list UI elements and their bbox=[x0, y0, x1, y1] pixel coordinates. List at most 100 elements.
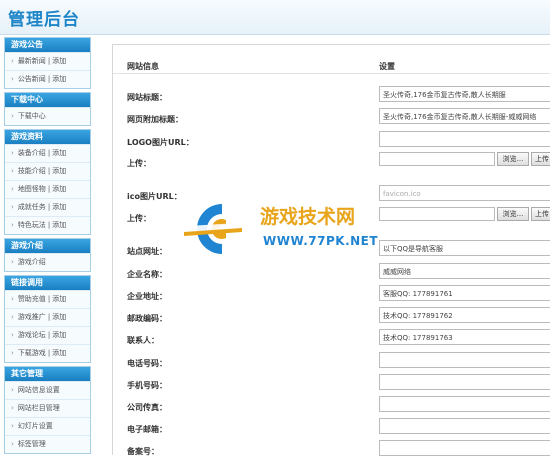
ico-url-label: ico图片URL： bbox=[127, 192, 182, 201]
sidebar-item-add-link[interactable]: 添加 bbox=[52, 203, 66, 211]
watermark-url: WWW.77PK.NET bbox=[263, 234, 379, 248]
chevron-right-icon: › bbox=[11, 295, 14, 303]
upload-logo-label: 上传： bbox=[127, 159, 151, 168]
sidebar-item-separator: | bbox=[47, 149, 51, 157]
sidebar-item-link[interactable]: 游戏介绍 bbox=[18, 258, 46, 266]
sidebar-group: 游戏介绍 › 游戏介绍 bbox=[4, 238, 91, 272]
icp-label: 备案号： bbox=[127, 447, 159, 456]
sidebar-item-link[interactable]: 游戏推广 bbox=[18, 313, 46, 321]
phone-label: 电话号码： bbox=[127, 359, 167, 368]
sidebar-item: › 地图怪物 | 添加 bbox=[5, 180, 90, 198]
logo-url-input[interactable] bbox=[379, 131, 550, 147]
sidebar-item: › 游戏介绍 bbox=[5, 253, 90, 271]
company-input[interactable]: 威威网络 bbox=[379, 263, 550, 279]
sidebar-item-add-link[interactable]: 添加 bbox=[52, 185, 66, 193]
chevron-right-icon: › bbox=[11, 167, 14, 175]
sidebar-item-link[interactable]: 特色玩法 bbox=[18, 221, 46, 229]
chevron-right-icon: › bbox=[11, 386, 14, 394]
sidebar-item: › 下载游戏 | 添加 bbox=[5, 344, 90, 362]
browse-logo-button[interactable]: 浏览... bbox=[497, 152, 529, 166]
email-input[interactable] bbox=[379, 418, 550, 434]
fax-input[interactable] bbox=[379, 396, 550, 412]
sidebar-item-link[interactable]: 网站信息设置 bbox=[18, 386, 60, 394]
sidebar-item-separator: | bbox=[47, 295, 51, 303]
sidebar-item-link[interactable]: 标签管理 bbox=[18, 440, 46, 448]
sidebar-item: › 游戏推广 | 添加 bbox=[5, 308, 90, 326]
sidebar-item-add-link[interactable]: 添加 bbox=[52, 295, 66, 303]
sidebar-item-link[interactable]: 最新新闻 bbox=[18, 57, 46, 65]
sidebar-item-add-link[interactable]: 添加 bbox=[52, 349, 66, 357]
upload-logo-button[interactable]: 上传 bbox=[531, 152, 550, 166]
phone-input[interactable] bbox=[379, 352, 550, 368]
address-label: 企业地址： bbox=[127, 292, 167, 301]
mobile-input[interactable] bbox=[379, 374, 550, 390]
chevron-right-icon: › bbox=[11, 221, 14, 229]
sidebar-group-title[interactable]: 其它管理 bbox=[5, 367, 90, 381]
chevron-right-icon: › bbox=[11, 313, 14, 321]
chevron-right-icon: › bbox=[11, 440, 14, 448]
sidebar-item-link[interactable]: 技能介绍 bbox=[18, 167, 46, 175]
sidebar-item-add-link[interactable]: 添加 bbox=[52, 149, 66, 157]
chevron-right-icon: › bbox=[11, 185, 14, 193]
sidebar-item-separator: | bbox=[47, 203, 51, 211]
sidebar-item-link[interactable]: 成就任务 bbox=[18, 203, 46, 211]
sidebar: 游戏公告 › 最新新闻 | 添加 › 公告新闻 | 添加 下载中心 › 下载中心 游戏资料 › 装备介绍 | 添… bbox=[4, 37, 91, 457]
sidebar-item-separator: | bbox=[47, 221, 51, 229]
sidebar-item-separator: | bbox=[47, 313, 51, 321]
sidebar-item-link[interactable]: 幻灯片设置 bbox=[18, 422, 53, 430]
chevron-right-icon: › bbox=[11, 258, 14, 266]
page-title-input[interactable]: 圣火传奇,176金币复古传奇,散人长期服-威威网络 bbox=[379, 108, 550, 124]
sidebar-item-add-link[interactable]: 添加 bbox=[52, 221, 66, 229]
sidebar-item: › 公告新闻 | 添加 bbox=[5, 70, 90, 88]
sidebar-group-title[interactable]: 游戏公告 bbox=[5, 38, 90, 52]
sidebar-item: › 赞助充值 | 添加 bbox=[5, 290, 90, 308]
browse-ico-button[interactable]: 浏览... bbox=[497, 207, 529, 221]
sidebar-item-add-link[interactable]: 添加 bbox=[52, 167, 66, 175]
chevron-right-icon: › bbox=[11, 112, 14, 120]
site-title-input[interactable]: 圣火传奇,176金币复古传奇,散人长期服 bbox=[379, 86, 550, 102]
sidebar-item-add-link[interactable]: 添加 bbox=[52, 57, 66, 65]
sidebar-group-title[interactable]: 链接调用 bbox=[5, 276, 90, 290]
sidebar-item-add-link[interactable]: 添加 bbox=[52, 331, 66, 339]
chevron-right-icon: › bbox=[11, 75, 14, 83]
sidebar-item-add-link[interactable]: 添加 bbox=[52, 75, 66, 83]
sidebar-item-separator: | bbox=[47, 75, 51, 83]
sidebar-item: › 游戏论坛 | 添加 bbox=[5, 326, 90, 344]
sidebar-item-link[interactable]: 装备介绍 bbox=[18, 149, 46, 157]
sidebar-group: 其它管理 › 网站信息设置 › 网站栏目管理 › 幻灯片设置 › 标签管理 bbox=[4, 366, 91, 454]
contact-input[interactable]: 技术QQ: 177891763 bbox=[379, 329, 550, 345]
zipcode-label: 邮政编码： bbox=[127, 314, 167, 323]
sidebar-item: › 网站栏目管理 bbox=[5, 399, 90, 417]
sidebar-item-link[interactable]: 下载游戏 bbox=[18, 349, 46, 357]
sidebar-group: 下载中心 › 下载中心 bbox=[4, 92, 91, 126]
chevron-right-icon: › bbox=[11, 57, 14, 65]
sidebar-group-title[interactable]: 游戏介绍 bbox=[5, 239, 90, 253]
header-divider bbox=[113, 73, 550, 74]
sidebar-item-separator: | bbox=[47, 349, 51, 357]
upload-ico-file-field[interactable] bbox=[379, 207, 495, 221]
address-input[interactable]: 客服QQ: 177891761 bbox=[379, 285, 550, 301]
sidebar-item-link[interactable]: 游戏论坛 bbox=[18, 331, 46, 339]
zipcode-input[interactable]: 技术QQ: 177891762 bbox=[379, 307, 550, 323]
sidebar-group-title[interactable]: 游戏资料 bbox=[5, 130, 90, 144]
sidebar-item-link[interactable]: 下载中心 bbox=[18, 112, 46, 120]
sidebar-item-link[interactable]: 公告新闻 bbox=[18, 75, 46, 83]
sidebar-item-link[interactable]: 地图怪物 bbox=[18, 185, 46, 193]
site-url-label: 站点网址： bbox=[127, 247, 167, 256]
upload-ico-button[interactable]: 上传 bbox=[531, 207, 550, 221]
sidebar-group-title[interactable]: 下载中心 bbox=[5, 93, 90, 107]
chevron-right-icon: › bbox=[11, 203, 14, 211]
watermark-name: 游戏技术网 bbox=[260, 206, 356, 228]
upload-logo-file-field[interactable] bbox=[379, 152, 495, 166]
sidebar-item: › 标签管理 bbox=[5, 435, 90, 453]
sidebar-item-add-link[interactable]: 添加 bbox=[52, 313, 66, 321]
ico-url-input[interactable]: favicon.ico bbox=[379, 185, 550, 201]
sidebar-item-link[interactable]: 网站栏目管理 bbox=[18, 404, 60, 412]
sidebar-item-link[interactable]: 赞助充值 bbox=[18, 295, 46, 303]
sidebar-item: › 最新新闻 | 添加 bbox=[5, 52, 90, 70]
sidebar-group: 游戏资料 › 装备介绍 | 添加 › 技能介绍 | 添加 › 地图怪物 | 添加 › 成就任务 | 添加 › 特色玩… bbox=[4, 129, 91, 235]
site-url-input[interactable]: 以下QQ是导航客服 bbox=[379, 240, 550, 256]
sidebar-item-separator: | bbox=[47, 167, 51, 175]
logo-url-label: LOGO图片URL： bbox=[127, 138, 194, 147]
upload-ico-label: 上传： bbox=[127, 214, 151, 223]
